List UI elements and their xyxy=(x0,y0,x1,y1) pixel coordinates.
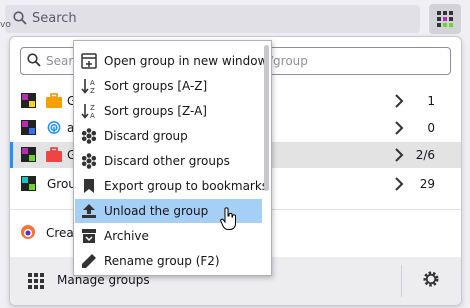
simple-tab-groups-button[interactable] xyxy=(429,4,461,34)
menu-scrollbar[interactable] xyxy=(264,45,269,191)
fingerprint-icon xyxy=(47,121,61,134)
search-icon xyxy=(27,53,41,67)
group-grid-icon xyxy=(21,93,36,108)
toolbar-search-field[interactable]: Search xyxy=(5,5,420,33)
chevron-right-icon[interactable] xyxy=(394,177,404,191)
svg-text:A: A xyxy=(90,112,95,119)
menu-item-open-in-new-window[interactable]: Open group in new window xyxy=(75,49,267,73)
menu-item-discard-group[interactable]: Discard group xyxy=(75,124,262,148)
menu-item-label: Sort groups [Z-A] xyxy=(104,104,207,118)
search-icon xyxy=(13,11,27,25)
group-tab-count: 0 xyxy=(427,121,435,135)
group-tab-count: 1 xyxy=(427,94,435,108)
create-group-button[interactable]: Creat xyxy=(20,224,79,243)
group-grid-icon xyxy=(21,120,36,135)
group-context-menu: Open group in new window A Z Sort groups… xyxy=(73,40,272,276)
menu-item-label: Discard group xyxy=(104,129,188,143)
svg-text:Z: Z xyxy=(90,104,95,112)
footer-separator xyxy=(401,265,402,297)
menu-item-label: Rename group (F2) xyxy=(104,254,220,268)
menu-item-rename-group[interactable]: Rename group (F2) xyxy=(75,249,262,273)
menu-item-discard-other-groups[interactable]: Discard other groups xyxy=(75,149,262,173)
chevron-right-icon[interactable] xyxy=(394,121,404,135)
menu-item-export-to-bookmarks[interactable]: Export group to bookmarks xyxy=(75,174,268,198)
manage-groups-icon xyxy=(28,273,44,289)
menu-item-sort-z-a[interactable]: Z A Sort groups [Z-A] xyxy=(75,99,262,123)
briefcase-icon xyxy=(46,147,62,162)
hand-cursor-icon xyxy=(220,207,236,230)
bookmark-icon xyxy=(84,179,94,193)
group-grid-icon xyxy=(21,147,36,162)
menu-item-sort-a-z[interactable]: A Z Sort groups [A-Z] xyxy=(75,74,262,98)
toolbar-search-placeholder: Search xyxy=(32,11,77,26)
menu-item-label: Open group in new window xyxy=(104,54,268,68)
firefox-icon xyxy=(21,225,35,239)
group-tab-count: 2/6 xyxy=(415,148,435,162)
archive-icon xyxy=(82,229,96,243)
extension-grid-icon xyxy=(437,11,453,27)
snowflake-icon xyxy=(81,128,97,144)
group-search-suffix: /group xyxy=(269,54,308,68)
chevron-right-icon[interactable] xyxy=(394,94,404,108)
chevron-right-icon[interactable] xyxy=(394,148,404,162)
svg-text:Z: Z xyxy=(90,87,95,94)
upload-icon xyxy=(82,204,96,218)
snowflake-icon xyxy=(81,153,97,169)
svg-text:A: A xyxy=(90,79,95,87)
group-grid-icon xyxy=(21,176,36,191)
briefcase-icon xyxy=(46,93,62,108)
menu-item-label: Archive xyxy=(104,229,149,243)
group-tab-count: 29 xyxy=(419,177,435,191)
gear-icon[interactable] xyxy=(422,270,440,288)
menu-item-label: Unload the group xyxy=(104,204,209,218)
menu-item-label: Discard other groups xyxy=(104,154,230,168)
active-group-indicator xyxy=(10,142,13,168)
pencil-icon xyxy=(82,254,96,268)
sort-az-icon: A Z xyxy=(81,79,95,94)
menu-item-label: Export group to bookmarks xyxy=(104,179,269,193)
new-window-icon xyxy=(81,53,97,69)
sort-za-icon: Z A xyxy=(81,104,95,119)
toolbar-edge-text: vo xyxy=(0,20,11,30)
menu-item-label: Sort groups [A-Z] xyxy=(104,79,208,93)
browser-toolbar: Search vo xyxy=(0,0,470,38)
